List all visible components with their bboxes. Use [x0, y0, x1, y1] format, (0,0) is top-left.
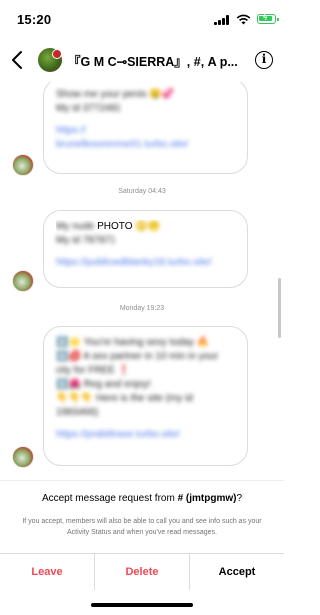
message-line: ⬇️🌺 Reg and enjoy!: [56, 379, 151, 390]
timestamp: Saturday 04:43: [118, 188, 166, 195]
request-question: Accept message request from # (jmtpgmw)?: [41, 493, 243, 504]
message-link[interactable]: https://publicwdblanky18.turbo.site/: [56, 256, 235, 270]
message-bubble[interactable]: My nude PHOTO 🙄😶 My id 7ڈ8787 https://pu…: [43, 210, 248, 288]
message-bubble[interactable]: ⬇️🌟 You're having sexy today 🔥 ⬇️💋 A sex…: [43, 326, 248, 466]
wifi-icon: [236, 14, 251, 25]
cellular-signal-icon: [214, 15, 230, 25]
status-time: 15:20: [17, 12, 52, 27]
request-actions: Leave Delete Accept: [0, 553, 284, 590]
leave-button[interactable]: Leave: [0, 554, 95, 590]
battery-charging-icon: ϟ: [257, 13, 279, 24]
message-line: My nude PHOTO 🙄😶: [56, 221, 161, 232]
message-line: 👇👇👇 Here is the site (my id: [56, 393, 193, 404]
requester-name: # (jmtpgmw): [177, 493, 237, 504]
message-line: ⬇️🌟 You're having sexy today 🔥: [56, 337, 210, 348]
message-line: Show me your penis 🤤💞: [56, 89, 175, 100]
message-line: ⬇️💋 A sex partner in 10 min in your: [56, 351, 219, 362]
message-line: My id 3772ڈ48: [56, 103, 121, 114]
thread-title[interactable]: 『G M C⊸SIERRA』, #, A p...: [68, 51, 246, 70]
thread-header: 『G M C⊸SIERRA』, #, A p... i: [0, 38, 284, 82]
back-arrow-icon[interactable]: [10, 50, 26, 70]
scrollbar[interactable]: [278, 278, 281, 338]
message-link[interactable]: brunellesorenme01.turbo.site/: [56, 138, 235, 152]
message-line: My id 7ڈ8787: [56, 235, 115, 246]
group-avatar[interactable]: [38, 48, 62, 72]
message-line: 1983466): [56, 407, 99, 418]
request-info-text: If you accept, members will also be able…: [22, 518, 262, 536]
message-bubble[interactable]: Show me your penis 🤤💞 My id 3772ڈ48 http…: [43, 82, 248, 174]
status-bar: 15:20 ϟ: [0, 0, 284, 38]
message-request-panel: Accept message request from # (jmtpgmw)?…: [0, 480, 284, 553]
sender-avatar[interactable]: [12, 270, 34, 292]
home-indicator[interactable]: [91, 603, 193, 607]
delete-button[interactable]: Delete: [95, 554, 190, 590]
message-link[interactable]: https://prabittrase.turbo.site/: [56, 428, 235, 442]
accept-button[interactable]: Accept: [190, 554, 284, 590]
info-icon[interactable]: i: [255, 51, 273, 69]
message-line: city for FREE ❗: [56, 365, 131, 376]
sender-avatar[interactable]: [12, 446, 34, 468]
message-link[interactable]: https://: [56, 124, 235, 138]
timestamp: Monday 19:23: [119, 305, 165, 312]
message-thread[interactable]: Show me your penis 🤤💞 My id 3772ڈ48 http…: [0, 82, 284, 480]
sender-avatar[interactable]: [12, 154, 34, 176]
